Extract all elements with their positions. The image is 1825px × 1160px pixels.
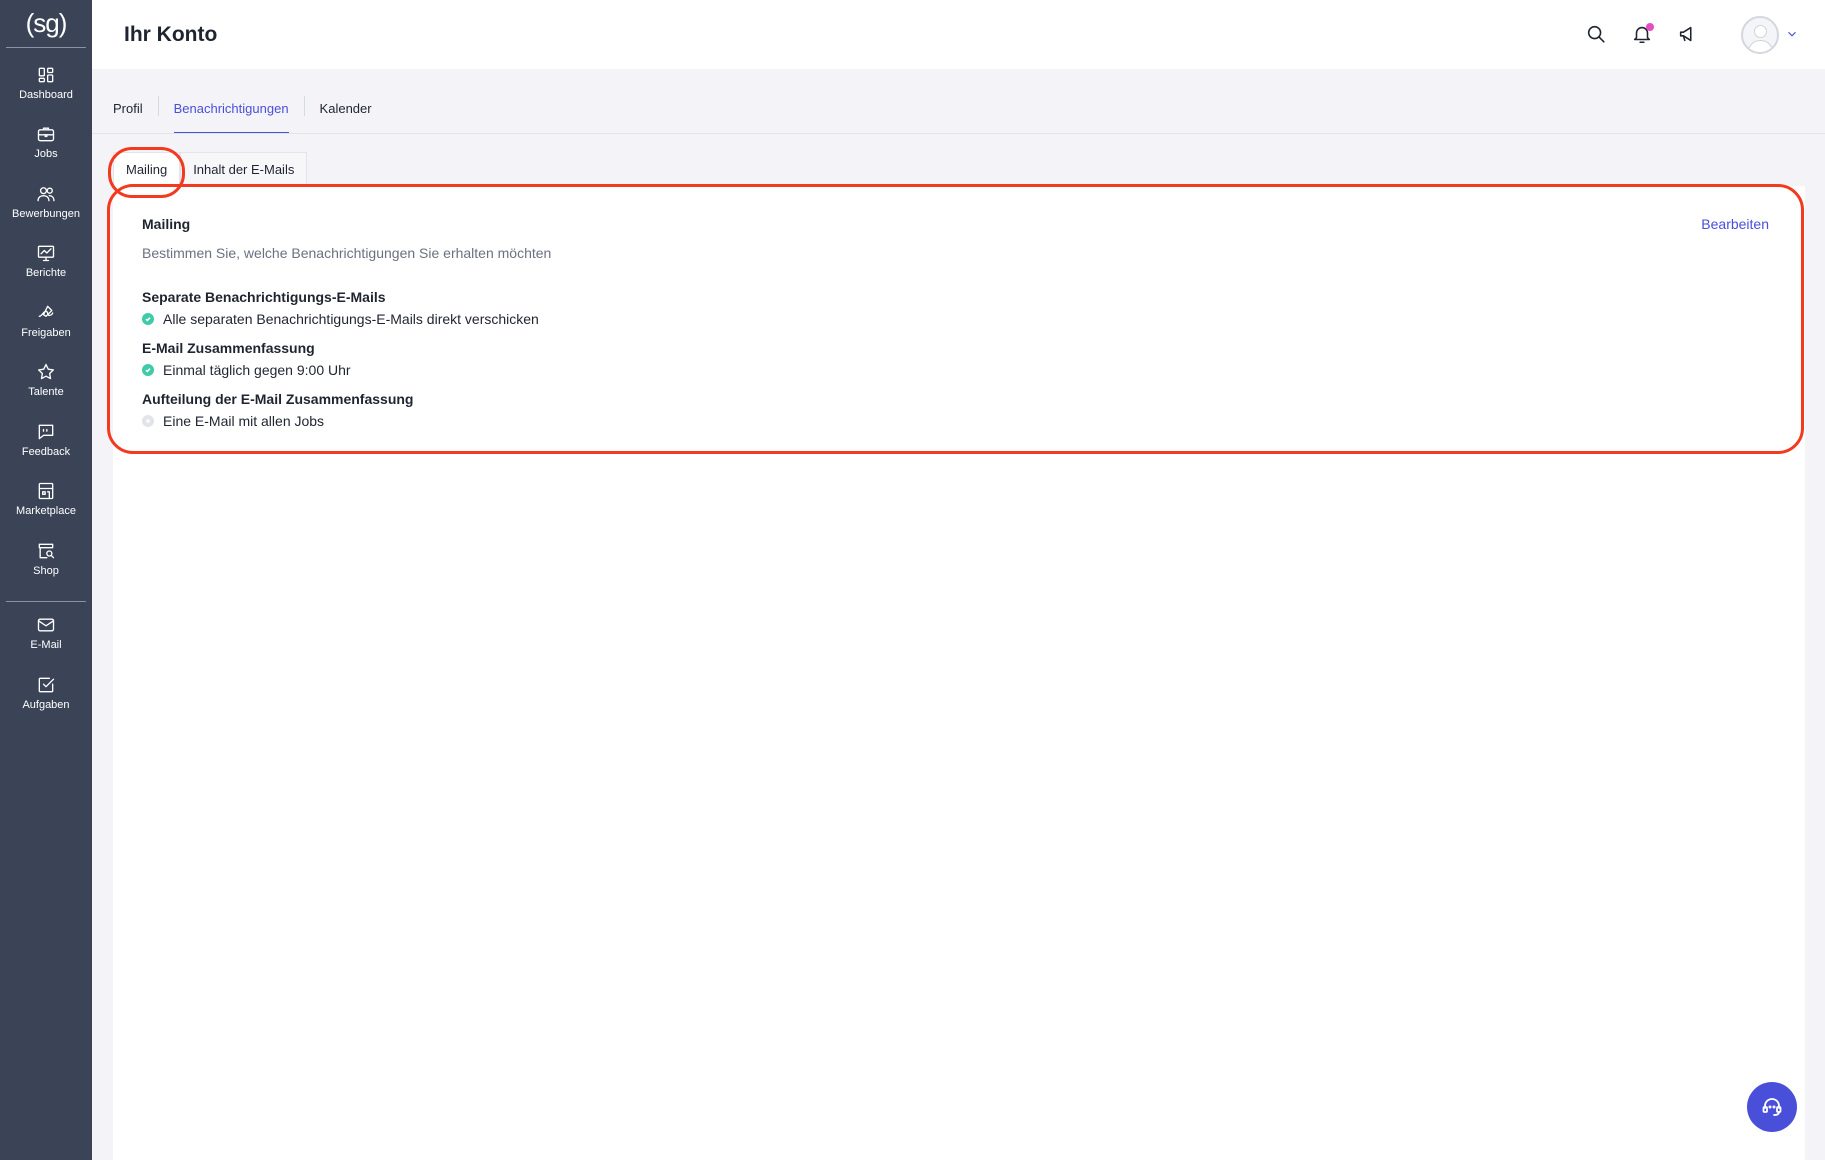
shop-search-icon: [38, 543, 55, 559]
card-description: Bestimmen Sie, welche Benachrichtigungen…: [142, 245, 552, 261]
announcements-button[interactable]: [1677, 23, 1701, 47]
check-circle-icon: [142, 364, 154, 376]
sidebar-divider: [6, 600, 86, 602]
sidebar-item-talente[interactable]: Talente: [0, 351, 92, 411]
headset-icon: [1762, 1098, 1782, 1116]
sidebar-item-label: Dashboard: [19, 88, 73, 101]
section-item-text: Eine E-Mail mit allen Jobs: [163, 413, 325, 429]
sidebar-item-freigaben[interactable]: Freigaben: [0, 291, 92, 351]
sidebar-item-label: Bewerbungen: [12, 207, 80, 220]
notifications-button[interactable]: [1631, 22, 1655, 47]
sidebar-item-dashboard[interactable]: Dashboard: [0, 53, 92, 113]
sidebar-item-feedback[interactable]: Feedback: [0, 410, 92, 470]
mail-icon: [37, 618, 55, 632]
section-summary-split: Aufteilung der E-Mail Zusammenfassung Ei…: [142, 391, 413, 429]
users-icon: [37, 186, 55, 202]
tab-divider: [157, 96, 159, 116]
briefcase-icon: [37, 127, 55, 142]
chart-icon: [37, 245, 55, 262]
sidebar-item-shop[interactable]: Shop: [0, 529, 92, 589]
app-logo[interactable]: (sg): [6, 0, 86, 48]
section-item: Eine E-Mail mit allen Jobs: [142, 413, 413, 429]
store-icon: [38, 483, 54, 500]
notification-badge: [1646, 22, 1654, 31]
tab-profil[interactable]: Profil: [113, 96, 143, 134]
section-separate-emails: Separate Benachrichtigungs-E-Mails Alle …: [142, 289, 539, 327]
mailing-card: Mailing Bearbeiten Bestimmen Sie, welche…: [113, 186, 1805, 1160]
subtab-email-content[interactable]: Inhalt der E-Mails: [180, 152, 308, 186]
sidebar-item-marketplace[interactable]: Marketplace: [0, 470, 92, 530]
section-title: E-Mail Zusammenfassung: [142, 340, 315, 356]
sidebar-item-label: Freigaben: [21, 326, 71, 339]
x-circle-icon: [142, 415, 154, 427]
sidebar-item-label: Jobs: [34, 148, 58, 161]
notification-subtabs: Mailing Inhalt der E-Mails: [113, 152, 308, 186]
tab-kalender[interactable]: Kalender: [320, 96, 372, 134]
search-icon: [1587, 25, 1605, 43]
sidebar-item-label: Marketplace: [16, 505, 76, 518]
chevron-down-icon: [1788, 31, 1796, 37]
section-title: Separate Benachrichtigungs-E-Mails: [142, 289, 386, 305]
sidebar-item-label: Shop: [33, 564, 59, 577]
card-title: Mailing: [142, 216, 191, 232]
sidebar-item-label: Aufgaben: [22, 698, 70, 711]
account-menu-toggle[interactable]: [1785, 27, 1801, 43]
section-item-text: Einmal täglich gegen 9:00 Uhr: [163, 362, 351, 378]
sidebar-item-label: Berichte: [25, 267, 67, 280]
sidebar-item-berichte[interactable]: Berichte: [0, 232, 92, 292]
hand-sign-icon: [38, 305, 54, 317]
sidebar-item-label: Talente: [28, 386, 64, 399]
sidebar-item-label: Feedback: [21, 445, 71, 458]
sidebar-item-label: E-Mail: [30, 639, 62, 652]
support-chat-button[interactable]: [1747, 1082, 1797, 1132]
sidebar-item-bewerbungen[interactable]: Bewerbungen: [0, 172, 92, 232]
tab-benachrichtigungen[interactable]: Benachrichtigungen: [173, 96, 289, 134]
sidebar-item-email[interactable]: E-Mail: [0, 604, 92, 664]
chat-quote-icon: [38, 424, 54, 440]
tab-divider: [303, 96, 305, 116]
tabs-underline: [92, 133, 1825, 134]
section-email-summary: E-Mail Zusammenfassung Einmal täglich ge…: [142, 340, 351, 378]
check-circle-icon: [142, 313, 154, 325]
section-item: Einmal täglich gegen 9:00 Uhr: [142, 362, 351, 378]
sidebar-item-aufgaben[interactable]: Aufgaben: [0, 663, 92, 723]
page-title: Ihr Konto: [124, 22, 218, 46]
subtab-mailing[interactable]: Mailing: [113, 152, 181, 186]
sidebar-item-jobs[interactable]: Jobs: [0, 113, 92, 173]
account-tabs: Profil Benachrichtigungen Kalender: [113, 96, 372, 134]
avatar[interactable]: [1741, 15, 1779, 54]
edit-button[interactable]: Bearbeiten: [1701, 216, 1769, 232]
top-header: Ihr Konto: [92, 0, 1825, 69]
section-item: Alle separaten Benachrichtigungs-E-Mails…: [142, 311, 539, 327]
section-item-text: Alle separaten Benachrichtigungs-E-Mails…: [163, 311, 539, 327]
dashboard-icon: [38, 67, 54, 83]
sidebar: (sg) Dashboard Jobs Bewerbungen Berichte…: [0, 0, 92, 1160]
star-icon: [38, 364, 54, 380]
search-button[interactable]: [1585, 23, 1609, 47]
checkbox-icon: [38, 677, 55, 693]
megaphone-icon: [1679, 26, 1692, 41]
section-title: Aufteilung der E-Mail Zusammenfassung: [142, 391, 414, 407]
header-actions: [1585, 0, 1825, 69]
